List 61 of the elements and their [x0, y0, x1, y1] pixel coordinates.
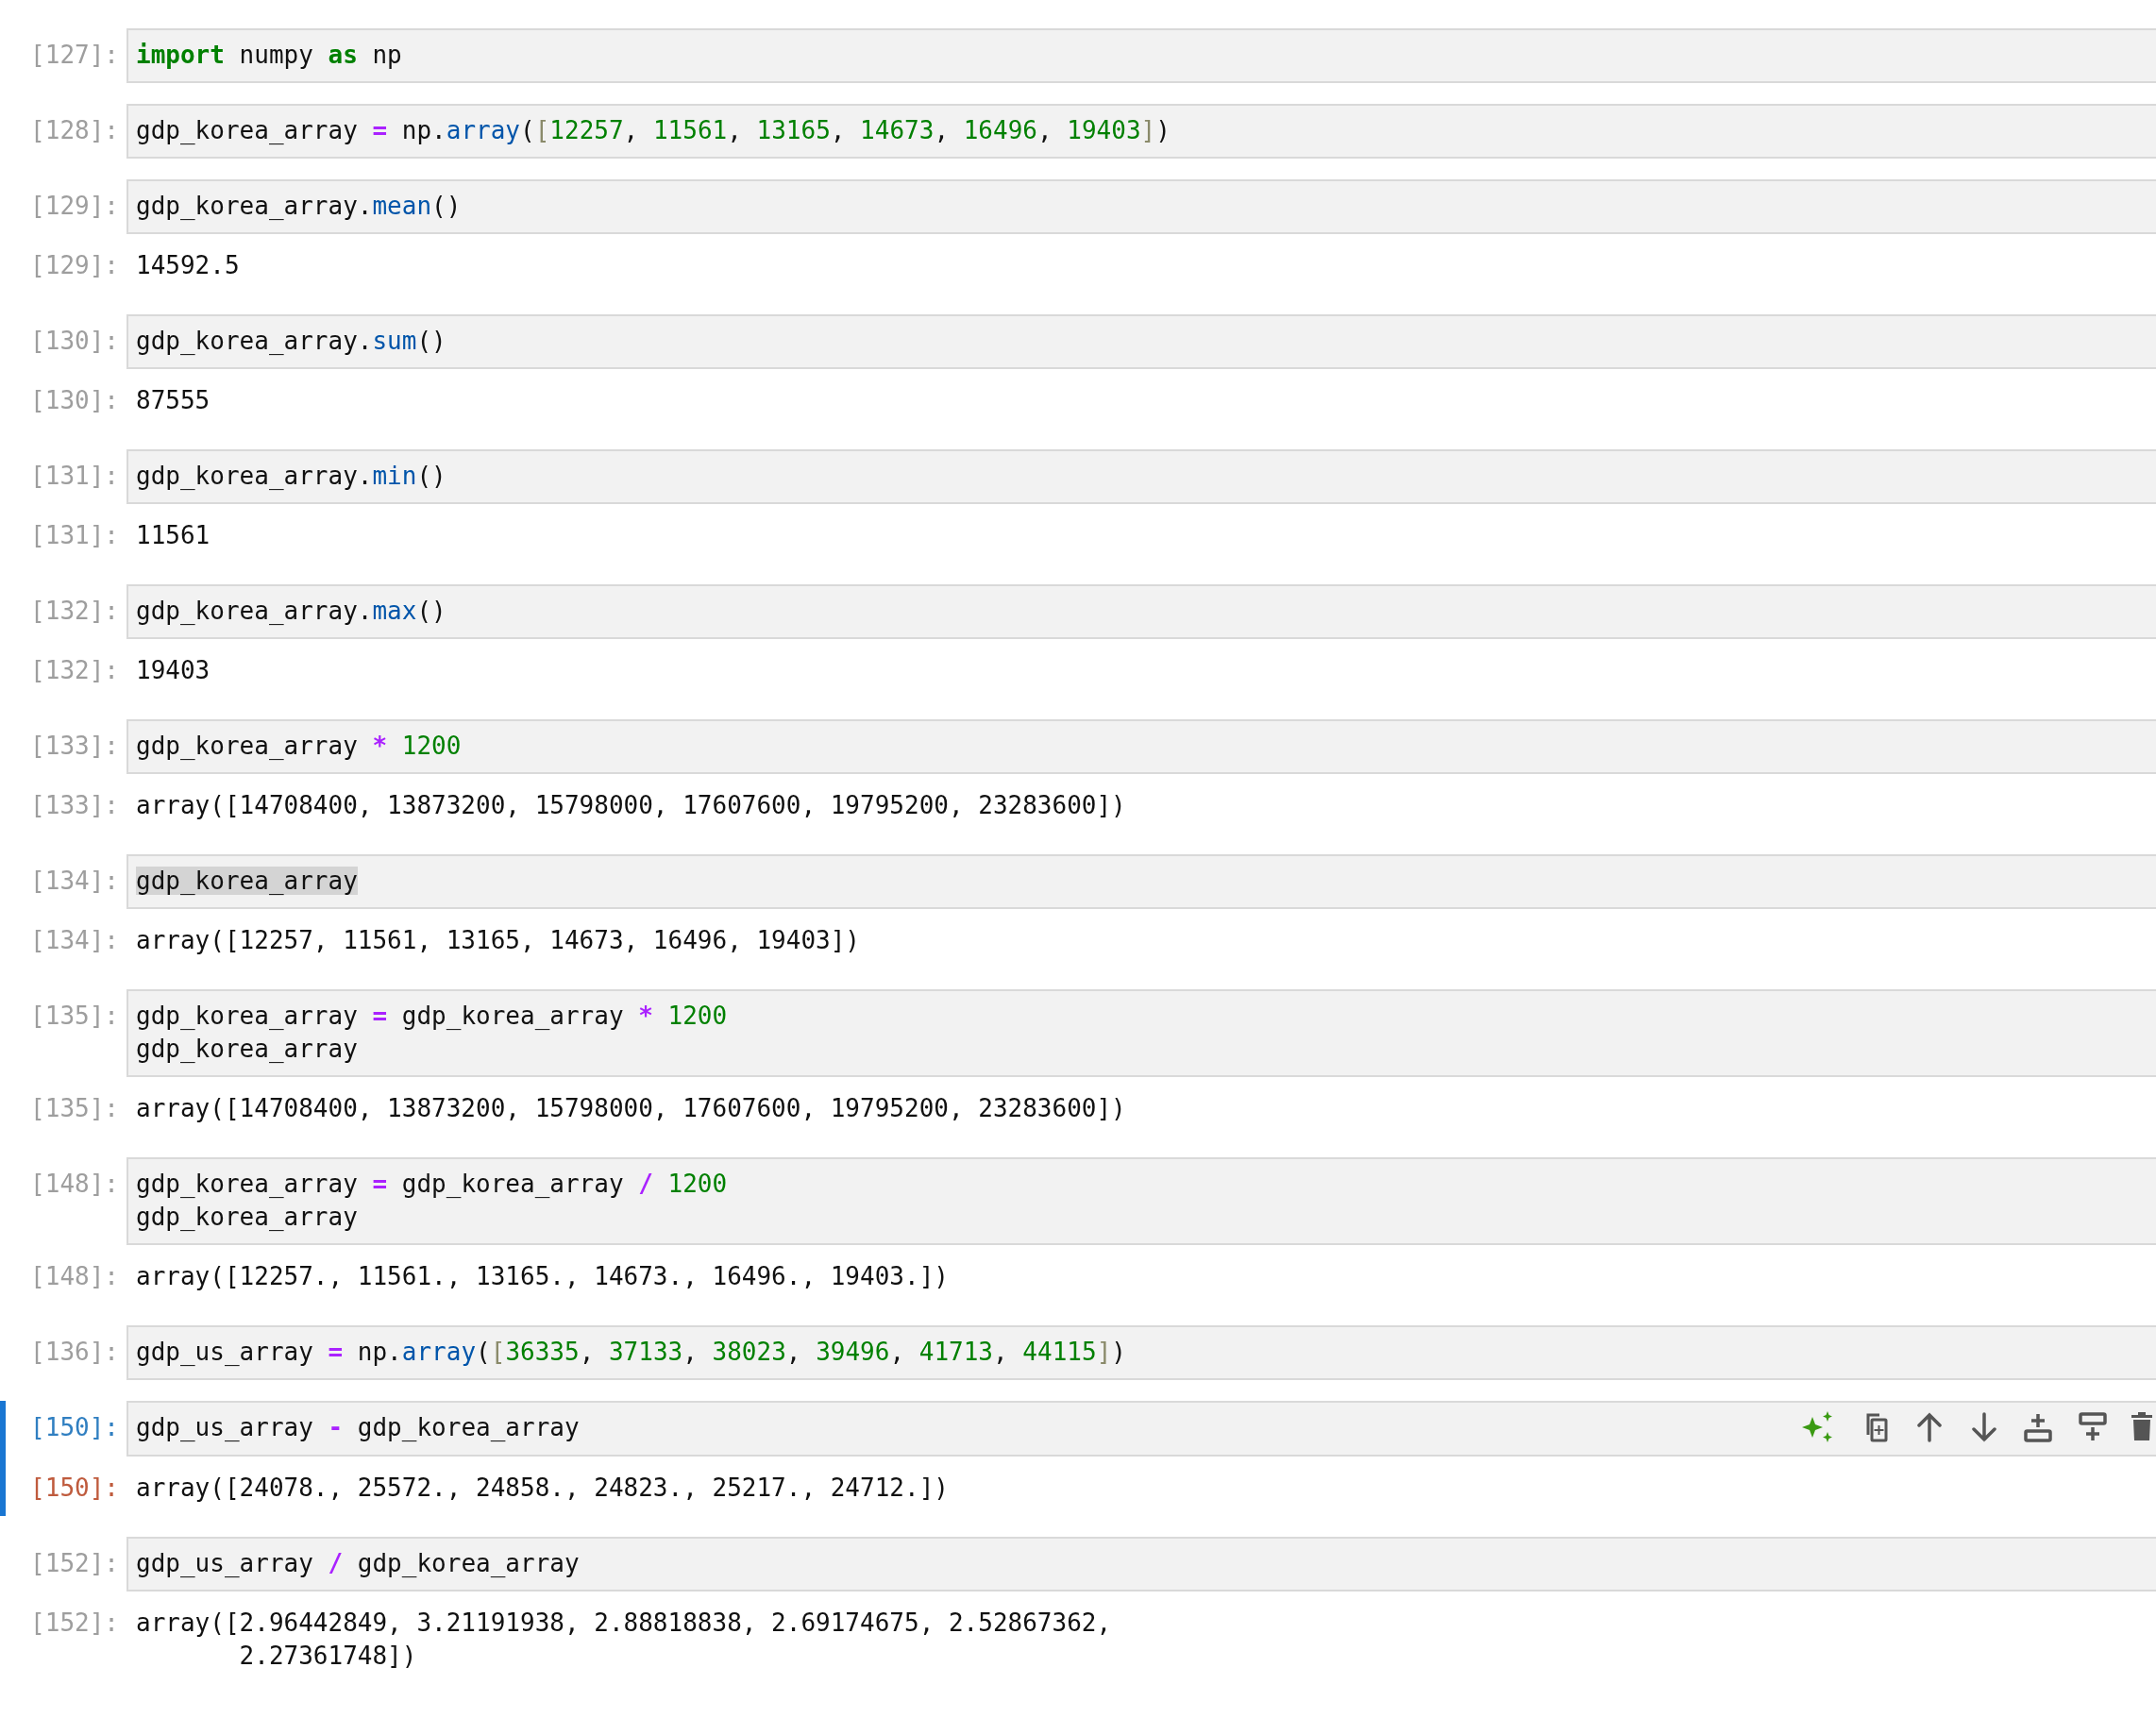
code-input[interactable]: gdp_korea_array — [126, 854, 2156, 909]
output-prompt: [148]: — [29, 1261, 120, 1292]
code-line: gdp_korea_array.mean() — [136, 191, 463, 222]
code-input[interactable]: gdp_korea_array.min() — [126, 449, 2156, 504]
output-prompt: [131]: — [29, 520, 120, 551]
code-line: gdp_us_array / gdp_korea_array — [136, 1548, 581, 1579]
output-prompt: [132]: — [29, 655, 120, 686]
code-line: gdp_korea_array.sum() — [136, 326, 447, 357]
code-input[interactable]: gdp_us_array - gdp_korea_array — [126, 1401, 2156, 1457]
input-prompt: [136]: — [29, 1337, 120, 1368]
code-line: gdp_korea_array * 1200 — [136, 731, 463, 762]
code-input[interactable]: gdp_us_array = np.array([36335, 37133, 38023, 39496, 41713, 44115]) — [126, 1325, 2156, 1380]
code-line: gdp_us_array = np.array([36335, 37133, 38023, 39496, 41713, 44115]) — [136, 1337, 1127, 1368]
code-line: gdp_korea_array = np.array([12257, 11561, 13165, 14673, 16496, 19403]) — [136, 115, 1171, 146]
code-line: gdp_korea_array — [136, 1034, 359, 1065]
input-prompt: [130]: — [29, 326, 120, 357]
code-input[interactable]: gdp_korea_array * 1200 — [126, 719, 2156, 774]
code-input[interactable]: gdp_korea_array.mean() — [126, 179, 2156, 234]
output-text: 14592.5 — [136, 250, 240, 281]
output-text: 19403 — [136, 655, 211, 686]
output-prompt: [152]: — [29, 1608, 120, 1639]
code-input[interactable]: gdp_korea_array.sum() — [126, 314, 2156, 369]
code-line: gdp_korea_array = gdp_korea_array * 1200 — [136, 1001, 729, 1032]
output-text: 2.27361748]) — [238, 1641, 418, 1672]
code-input[interactable]: import numpy as np — [126, 28, 2156, 83]
output-text: array([14708400, 13873200, 15798000, 17607600, 19795200, 23283600]) — [136, 790, 1126, 821]
code-input[interactable]: gdp_korea_array = np.array([12257, 11561, 13165, 14673, 16496, 19403]) — [126, 104, 2156, 159]
input-prompt: [131]: — [29, 461, 120, 492]
code-line: gdp_us_array - gdp_korea_array — [136, 1412, 581, 1443]
output-text: array([2.96442849, 3.21191938, 2.88818838, 2.69174675, 2.52867362, — [136, 1608, 1112, 1639]
input-prompt: [129]: — [29, 191, 120, 222]
output-prompt: [150]: — [29, 1473, 120, 1504]
output-text: 87555 — [136, 385, 211, 416]
output-prompt: [129]: — [29, 250, 120, 281]
output-text: array([14708400, 13873200, 15798000, 17607600, 19795200, 23283600]) — [136, 1093, 1126, 1124]
output-prompt: [135]: — [29, 1093, 120, 1124]
code-line: gdp_korea_array.min() — [136, 461, 447, 492]
input-prompt: [133]: — [29, 731, 120, 762]
code-input[interactable]: gdp_korea_array = gdp_korea_array * 1200 gdp_korea_array — [126, 989, 2156, 1077]
input-prompt: [127]: — [29, 40, 120, 71]
input-prompt: [128]: — [29, 115, 120, 146]
code-line: gdp_korea_array = gdp_korea_array / 1200 — [136, 1169, 729, 1200]
output-text: 11561 — [136, 520, 211, 551]
input-prompt: [152]: — [29, 1548, 120, 1579]
code-line: gdp_korea_array — [136, 1202, 359, 1233]
code-input[interactable]: gdp_korea_array.max() — [126, 584, 2156, 639]
code-input[interactable]: gdp_korea_array = gdp_korea_array / 1200 gdp_korea_array — [126, 1157, 2156, 1245]
output-text: array([24078., 25572., 24858., 24823., 25217., 24712.]) — [136, 1473, 949, 1504]
output-prompt: [134]: — [29, 925, 120, 956]
output-prompt: [133]: — [29, 790, 120, 821]
code-line: import numpy as np — [136, 40, 403, 71]
input-prompt: [148]: — [29, 1169, 120, 1200]
input-prompt: [150]: — [29, 1412, 120, 1443]
input-prompt: [132]: — [29, 596, 120, 627]
input-prompt: [135]: — [29, 1001, 120, 1032]
output-text: array([12257, 11561, 13165, 14673, 16496, 19403]) — [136, 925, 860, 956]
output-text: array([12257., 11561., 13165., 14673., 16496., 19403.]) — [136, 1261, 949, 1292]
code-input[interactable]: gdp_us_array / gdp_korea_array — [126, 1537, 2156, 1592]
input-prompt: [134]: — [29, 866, 120, 897]
output-prompt: [130]: — [29, 385, 120, 416]
code-line: gdp_korea_array.max() — [136, 596, 447, 627]
